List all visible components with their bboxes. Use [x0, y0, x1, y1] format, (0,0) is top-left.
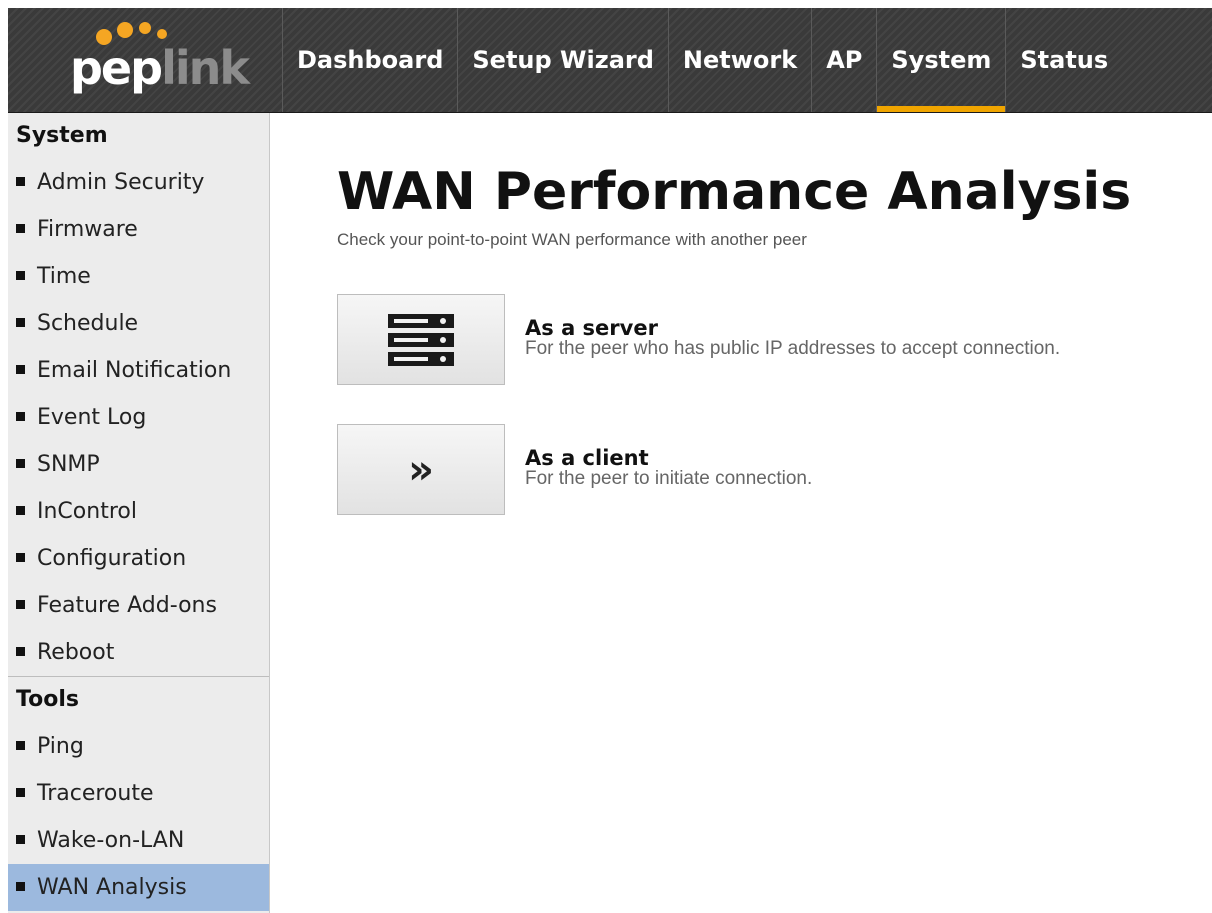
sidebar-item-incontrol[interactable]: InControl [8, 488, 269, 535]
page-title: WAN Performance Analysis [337, 162, 1132, 222]
server-icon [388, 313, 454, 366]
sidebar-tools-section: Tools Ping Traceroute Wake-on-LAN WAN An… [8, 677, 269, 911]
client-option: » As a client For the peer to initiate c… [337, 424, 1212, 519]
sidebar-item-label: Schedule [37, 311, 139, 336]
logo-wordmark: peplink [70, 40, 250, 96]
main-nav: Dashboard Setup Wizard Network AP System… [282, 8, 1122, 112]
sidebar-item-label: SNMP [37, 452, 100, 477]
bullet-icon [16, 270, 25, 280]
peplink-logo[interactable]: peplink [70, 20, 250, 106]
sidebar-item-configuration[interactable]: Configuration [8, 535, 269, 582]
as-client-title: As a client [525, 446, 649, 470]
sidebar-item-label: Feature Add-ons [37, 593, 217, 618]
sidebar-item-label: Wake-on-LAN [37, 828, 185, 853]
nav-ap[interactable]: AP [811, 8, 876, 112]
as-server-button[interactable] [337, 294, 505, 385]
sidebar-item-label: WAN Analysis [37, 875, 187, 900]
sidebar-item-admin-security[interactable]: Admin Security [8, 159, 269, 206]
top-header: peplink Dashboard Setup Wizard Network A… [8, 8, 1212, 113]
sidebar-item-label: Ping [37, 734, 84, 759]
bullet-icon [16, 458, 25, 468]
sidebar-item-label: InControl [37, 499, 137, 524]
sidebar-item-label: Traceroute [37, 781, 154, 806]
page-subtitle: Check your point-to-point WAN performanc… [337, 230, 807, 249]
sidebar-item-label: Time [37, 264, 91, 289]
bullet-icon [16, 552, 25, 562]
bullet-icon [16, 223, 25, 233]
nav-setup-wizard[interactable]: Setup Wizard [457, 8, 668, 112]
sidebar-item-feature-add-ons[interactable]: Feature Add-ons [8, 582, 269, 629]
logo-text-pep: pep [70, 41, 163, 95]
sidebar-item-wake-on-lan[interactable]: Wake-on-LAN [8, 817, 269, 864]
nav-network[interactable]: Network [667, 8, 811, 112]
sidebar-item-label: Reboot [37, 640, 115, 665]
sidebar-item-label: Email Notification [37, 358, 232, 383]
main-content: WAN Performance Analysis Check your poin… [337, 160, 1132, 515]
nav-status[interactable]: Status [1005, 8, 1122, 112]
bullet-icon [16, 411, 25, 421]
sidebar-item-reboot[interactable]: Reboot [8, 629, 269, 676]
sidebar-item-wan-analysis[interactable]: WAN Analysis [8, 864, 269, 911]
sidebar-heading-tools: Tools [16, 687, 79, 712]
sidebar-item-firmware[interactable]: Firmware [8, 206, 269, 253]
logo-text-link: link [161, 41, 250, 95]
server-option: As a server For the peer who has public … [337, 294, 1212, 389]
bullet-icon [16, 364, 25, 374]
bullet-icon [16, 317, 25, 327]
nav-dashboard[interactable]: Dashboard [282, 8, 457, 112]
sidebar-item-label: Admin Security [37, 170, 205, 195]
sidebar-item-email-notification[interactable]: Email Notification [8, 347, 269, 394]
double-chevron-right-icon: » [408, 446, 434, 493]
sidebar-item-ping[interactable]: Ping [8, 723, 269, 770]
bullet-icon [16, 881, 25, 891]
as-client-desc: For the peer to initiate connection. [525, 468, 813, 489]
sidebar-item-time[interactable]: Time [8, 253, 269, 300]
sidebar-item-label: Firmware [37, 217, 138, 242]
bullet-icon [16, 505, 25, 515]
bullet-icon [16, 740, 25, 750]
nav-system[interactable]: System [876, 8, 1006, 112]
sidebar-item-label: Event Log [37, 405, 147, 430]
sidebar-item-snmp[interactable]: SNMP [8, 441, 269, 488]
sidebar-item-traceroute[interactable]: Traceroute [8, 770, 269, 817]
sidebar-item-schedule[interactable]: Schedule [8, 300, 269, 347]
as-server-title: As a server [525, 316, 658, 340]
sidebar-item-event-log[interactable]: Event Log [8, 394, 269, 441]
bullet-icon [16, 834, 25, 844]
bullet-icon [16, 599, 25, 609]
as-server-desc: For the peer who has public IP addresses… [525, 338, 1061, 359]
bullet-icon [16, 787, 25, 797]
sidebar-system-section: System Admin Security Firmware Time Sche… [8, 113, 269, 676]
bullet-icon [16, 176, 25, 186]
sidebar: System Admin Security Firmware Time Sche… [8, 113, 270, 913]
sidebar-item-label: Configuration [37, 546, 187, 571]
bullet-icon [16, 646, 25, 656]
as-client-button[interactable]: » [337, 424, 505, 515]
sidebar-heading-system: System [16, 123, 108, 148]
